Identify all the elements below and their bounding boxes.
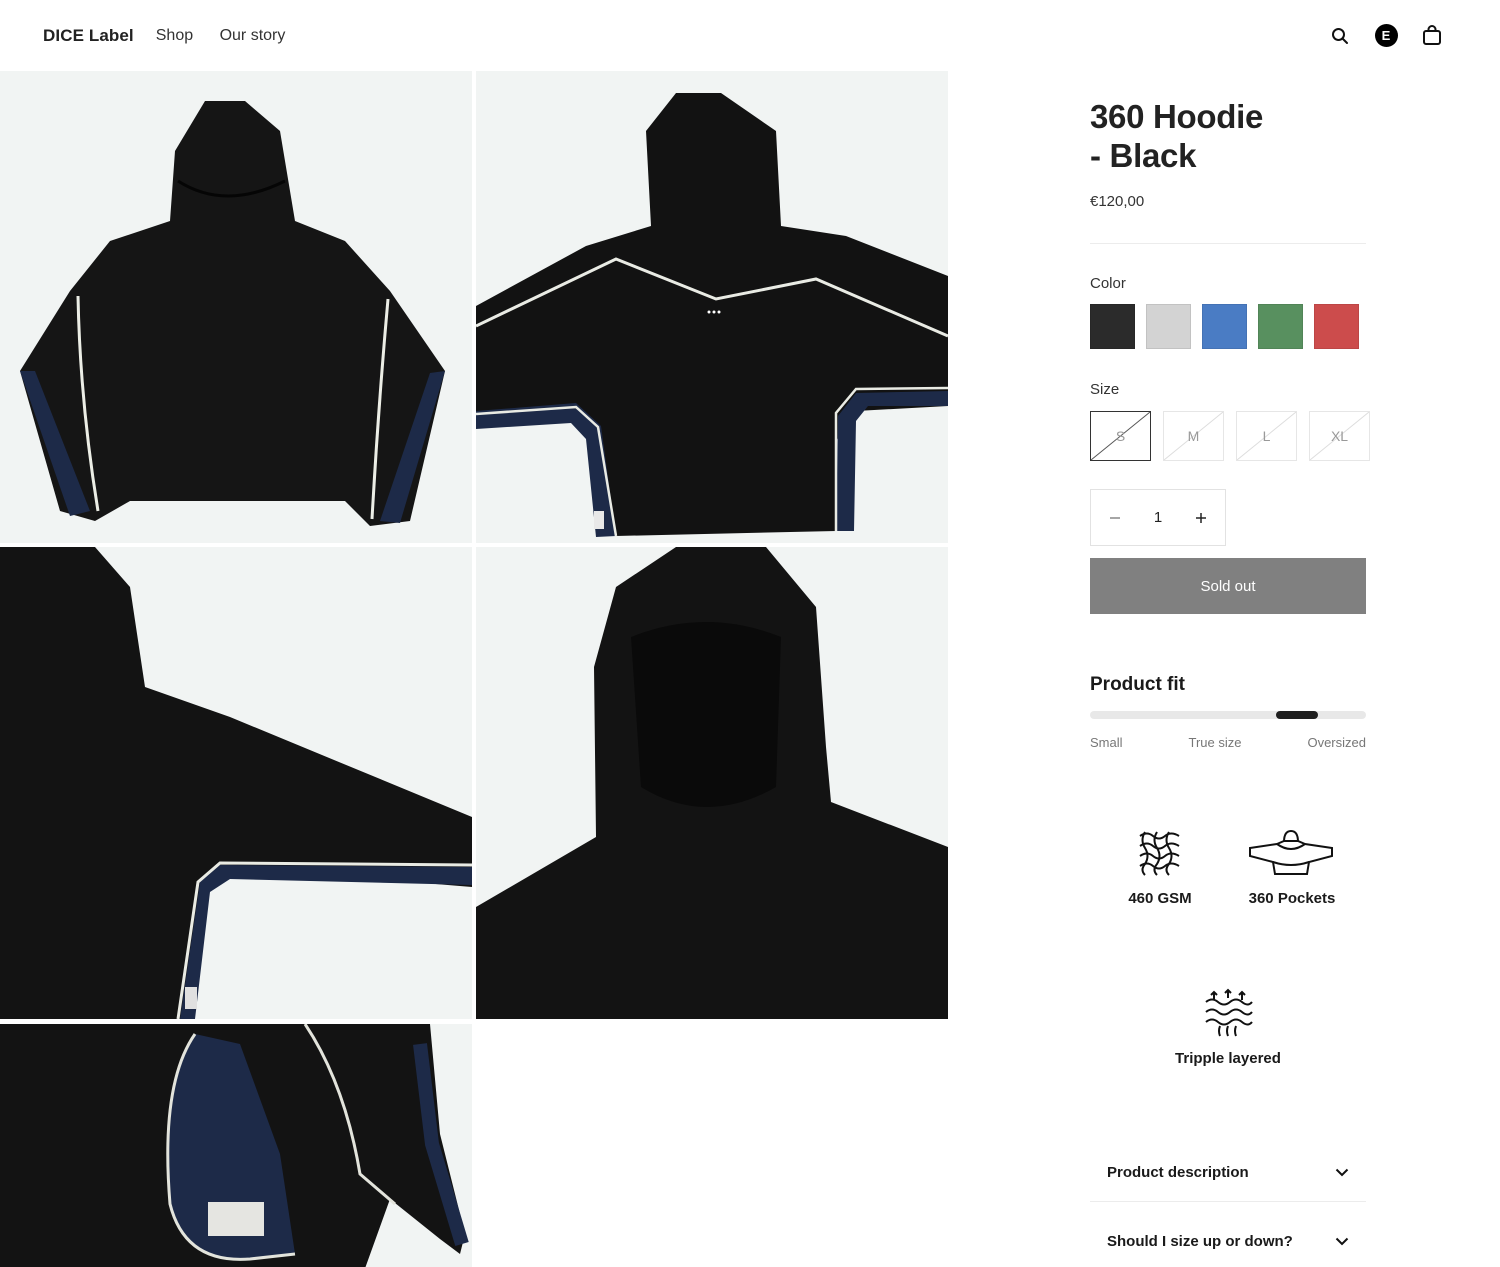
quantity-value[interactable]: 1 [1154,509,1162,526]
color-swatch-red[interactable] [1314,304,1359,349]
product-image-front[interactable] [0,71,472,543]
feature-gsm: 460 GSM [1112,828,1208,907]
accordion-size-guide[interactable]: Should I size up or down? [1090,1212,1366,1267]
cart-icon[interactable] [1420,24,1444,48]
nav-shop[interactable]: Shop [156,27,193,44]
fit-labels: Small True size Oversized [1090,735,1366,750]
feature-label: 360 Pockets [1248,890,1336,907]
quantity-stepper: 1 [1090,489,1226,546]
size-option-label: M [1187,428,1200,444]
sold-out-button[interactable]: Sold out [1090,558,1366,614]
divider [1090,1201,1366,1202]
color-swatch-green[interactable] [1258,304,1303,349]
size-label: Size [1090,381,1120,398]
fit-label-small: Small [1090,735,1123,750]
minus-icon[interactable] [1108,508,1122,528]
account-button[interactable]: E [1374,24,1398,48]
account-avatar: E [1374,24,1398,47]
accordion-title: Product description [1107,1163,1249,1181]
product-image-detail[interactable] [0,1024,472,1267]
product-image-back[interactable] [476,71,948,543]
fabric-weave-icon [1139,831,1180,876]
color-swatch-black[interactable] [1090,304,1135,349]
header-icons: E [1328,24,1444,48]
color-swatch-grey[interactable] [1146,304,1191,349]
size-option-label: XL [1330,428,1349,444]
size-options: S M L XL [1090,411,1370,461]
color-swatches [1090,304,1359,349]
chevron-down-icon [1335,1237,1349,1245]
plus-icon[interactable] [1194,508,1208,528]
site-header: DICE Label Shop Our story E [0,0,1500,71]
feature-label: 460 GSM [1128,890,1192,907]
fit-marker [1276,711,1318,719]
chevron-down-icon [1335,1168,1349,1176]
layers-icon [1205,988,1253,1037]
size-option-l[interactable]: L [1236,411,1297,461]
product-title-line1: 360 Hoodie [1090,98,1264,135]
fit-scale [1090,711,1366,719]
size-option-label: L [1262,428,1271,444]
search-icon[interactable] [1328,24,1352,48]
hoodie-icon [1249,829,1333,875]
product-image-side[interactable] [0,547,472,1019]
feature-layers: Tripple layered [1168,988,1288,1067]
color-swatch-blue[interactable] [1202,304,1247,349]
product-title: 360 Hoodie - Black [1090,97,1366,175]
fit-label-oversized: Oversized [1307,735,1366,750]
fit-label-true-size: True size [1188,735,1242,750]
size-option-xl[interactable]: XL [1309,411,1370,461]
nav-our-story[interactable]: Our story [220,27,286,44]
accordion-title: Should I size up or down? [1107,1232,1293,1250]
product-title-line2: - Black [1090,137,1197,174]
product-image-hood[interactable] [476,547,948,1019]
accordion-product-description[interactable]: Product description [1090,1143,1366,1201]
divider [1090,243,1366,244]
feature-label: Tripple layered [1175,1050,1281,1067]
main-nav: Shop Our story [156,27,308,45]
feature-pockets: 360 Pockets [1242,828,1342,907]
size-option-s[interactable]: S [1090,411,1151,461]
product-price: €120,00 [1090,193,1145,210]
size-option-label: S [1115,428,1126,444]
size-option-m[interactable]: M [1163,411,1224,461]
product-fit-title: Product fit [1090,674,1185,695]
color-label: Color [1090,275,1126,292]
brand-logo[interactable]: DICE Label [43,26,134,46]
